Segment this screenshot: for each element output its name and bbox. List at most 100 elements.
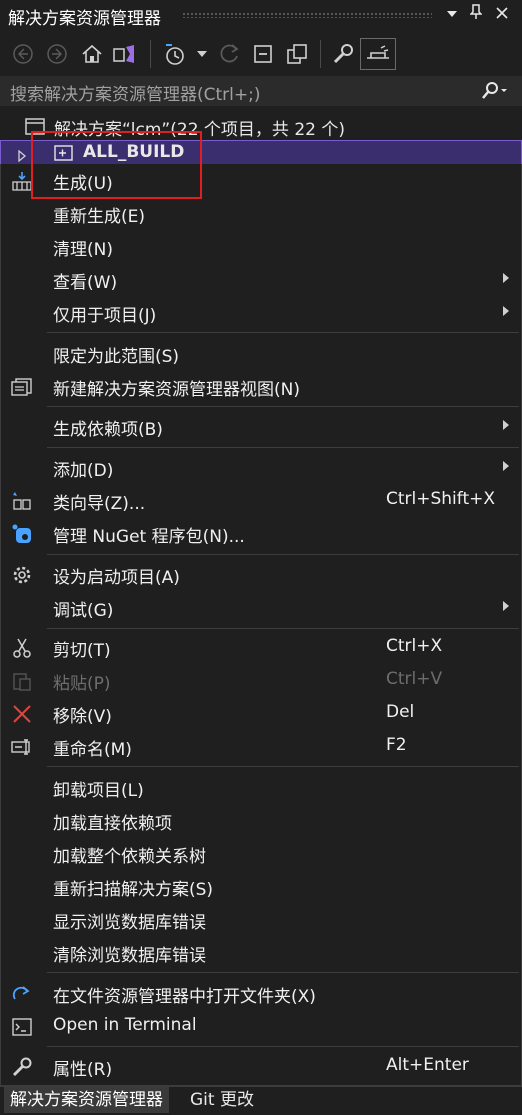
menu-item-project-only[interactable]: 仅用于项目(J) [1, 296, 521, 329]
menu-label: 重新生成(E) [53, 207, 146, 227]
menu-item-set-startup[interactable]: 设为启动项目(A) [1, 558, 521, 591]
menu-item-remove[interactable]: 移除(V) Del [1, 697, 521, 730]
menu-label: 卸载项目(L) [53, 781, 144, 801]
menu-label: 限定为此范围(S) [53, 347, 180, 367]
menu-item-class-wizard[interactable]: 类向导(Z)... Ctrl+Shift+X [1, 484, 521, 517]
menu-separator [47, 628, 519, 629]
menu-label: 类向导(Z)... [53, 494, 146, 514]
menu-item-build-deps[interactable]: 生成依赖项(B) [1, 410, 521, 443]
properties-icon[interactable] [328, 38, 358, 70]
menu-item-paste[interactable]: 粘贴(P) Ctrl+V [1, 664, 521, 697]
menu-shortcut: Ctrl+Shift+X [386, 489, 496, 509]
menu-label: Open in Terminal [53, 1015, 197, 1035]
tab-git-changes[interactable]: Git 更改 [184, 1087, 260, 1113]
tab-solution-explorer[interactable]: 解决方案资源管理器 [4, 1087, 169, 1113]
home-icon[interactable] [78, 38, 106, 70]
menu-label: 查看(W) [53, 273, 118, 293]
menu-separator [47, 766, 519, 767]
terminal-icon [11, 1016, 33, 1038]
menu-item-rescan[interactable]: 重新扫描解决方案(S) [1, 870, 521, 903]
toolbar [0, 34, 522, 74]
preview-icon[interactable] [360, 38, 396, 70]
back-icon[interactable] [10, 38, 36, 70]
window-title: 解决方案资源管理器 [8, 9, 161, 29]
menu-item-properties[interactable]: 属性(R) Alt+Enter [1, 1050, 521, 1083]
menu-label: 设为启动项目(A) [53, 568, 180, 588]
menu-separator [47, 1046, 519, 1047]
toolbar-separator [150, 40, 151, 68]
menu-label: 加载整个依赖关系树 [53, 847, 206, 867]
nuget-icon [11, 523, 33, 545]
search-icon[interactable] [480, 82, 508, 105]
drag-grip[interactable] [182, 12, 432, 18]
menu-item-clear-db-errors[interactable]: 清除浏览数据库错误 [1, 936, 521, 969]
menu-item-debug[interactable]: 调试(G) [1, 591, 521, 624]
new-view-icon [11, 376, 33, 398]
gear-icon [11, 564, 33, 586]
menu-item-rename[interactable]: 重命名(M) F2 [1, 730, 521, 763]
menu-label: 添加(D) [53, 461, 114, 481]
menu-item-rebuild[interactable]: 重新生成(E) [1, 197, 521, 230]
remove-x-icon [11, 703, 33, 725]
collapse-all-icon[interactable] [248, 38, 278, 70]
highlight-box [31, 131, 202, 199]
menu-item-scope-to-this[interactable]: 限定为此范围(S) [1, 337, 521, 370]
menu-item-clean[interactable]: 清理(N) [1, 230, 521, 263]
class-wizard-icon [11, 490, 33, 512]
refresh-icon[interactable] [214, 38, 244, 70]
pending-changes-icon[interactable] [158, 38, 192, 70]
menu-label: 在文件资源管理器中打开文件夹(X) [53, 987, 316, 1007]
forward-icon[interactable] [44, 38, 70, 70]
menu-item-unload[interactable]: 卸载项目(L) [1, 771, 521, 804]
title-bar: 解决方案资源管理器 [0, 0, 522, 30]
menu-label: 重新扫描解决方案(S) [53, 880, 214, 900]
bottom-tab-strip: 解决方案资源管理器 Git 更改 [0, 1086, 522, 1115]
menu-item-open-terminal[interactable]: Open in Terminal [1, 1010, 521, 1043]
show-all-files-icon[interactable] [282, 38, 312, 70]
menu-label: 粘贴(P) [53, 674, 111, 694]
toolbar-separator [320, 40, 321, 68]
menu-label: 重命名(M) [53, 740, 132, 760]
menu-shortcut: Alt+Enter [386, 1055, 469, 1075]
menu-label: 清除浏览数据库错误 [53, 946, 206, 966]
menu-item-open-folder[interactable]: 在文件资源管理器中打开文件夹(X) [1, 977, 521, 1010]
search-bar[interactable]: 搜索解决方案资源管理器(Ctrl+;) [0, 76, 522, 106]
context-menu: 生成(U) 重新生成(E) 清理(N) 查看(W) 仅用于项目(J) 限定为此范… [0, 164, 522, 1086]
menu-label: 新建解决方案资源管理器视图(N) [53, 380, 300, 400]
menu-shortcut: Del [386, 702, 415, 722]
open-folder-arrow-icon [11, 983, 33, 1005]
menu-label: 生成依赖项(B) [53, 420, 163, 440]
rename-icon [11, 736, 33, 758]
scissors-icon [11, 637, 33, 659]
menu-separator [47, 972, 519, 973]
menu-item-add[interactable]: 添加(D) [1, 451, 521, 484]
menu-label: 清理(N) [53, 240, 113, 260]
pin-icon[interactable] [466, 4, 486, 26]
menu-item-view[interactable]: 查看(W) [1, 263, 521, 296]
menu-label: 属性(R) [53, 1060, 113, 1080]
vs-switch-icon[interactable] [110, 38, 140, 70]
menu-item-show-db-errors[interactable]: 显示浏览数据库错误 [1, 903, 521, 936]
paste-icon [11, 670, 33, 692]
build-icon [11, 170, 33, 192]
wrench-icon [11, 1056, 33, 1078]
menu-label: 管理 NuGet 程序包(N)... [53, 527, 245, 547]
window-position-dropdown-icon[interactable] [442, 4, 462, 26]
menu-item-new-view[interactable]: 新建解决方案资源管理器视图(N) [1, 370, 521, 403]
menu-shortcut: Ctrl+V [386, 669, 443, 689]
menu-shortcut: F2 [386, 735, 407, 755]
menu-item-load-direct[interactable]: 加载直接依赖项 [1, 804, 521, 837]
menu-item-cut[interactable]: 剪切(T) Ctrl+X [1, 631, 521, 664]
dropdown-chevron-icon[interactable] [194, 38, 210, 70]
submenu-arrow-icon [503, 306, 509, 316]
menu-label: 剪切(T) [53, 641, 111, 661]
search-input[interactable]: 搜索解决方案资源管理器(Ctrl+;) [10, 80, 260, 105]
submenu-arrow-icon [503, 420, 509, 430]
menu-shortcut: Ctrl+X [386, 636, 443, 656]
menu-item-nuget[interactable]: 管理 NuGet 程序包(N)... [1, 517, 521, 550]
close-icon[interactable] [492, 4, 512, 26]
menu-label: 调试(G) [53, 601, 114, 621]
menu-item-load-tree[interactable]: 加载整个依赖关系树 [1, 837, 521, 870]
submenu-arrow-icon [503, 273, 509, 283]
submenu-arrow-icon [503, 601, 509, 611]
